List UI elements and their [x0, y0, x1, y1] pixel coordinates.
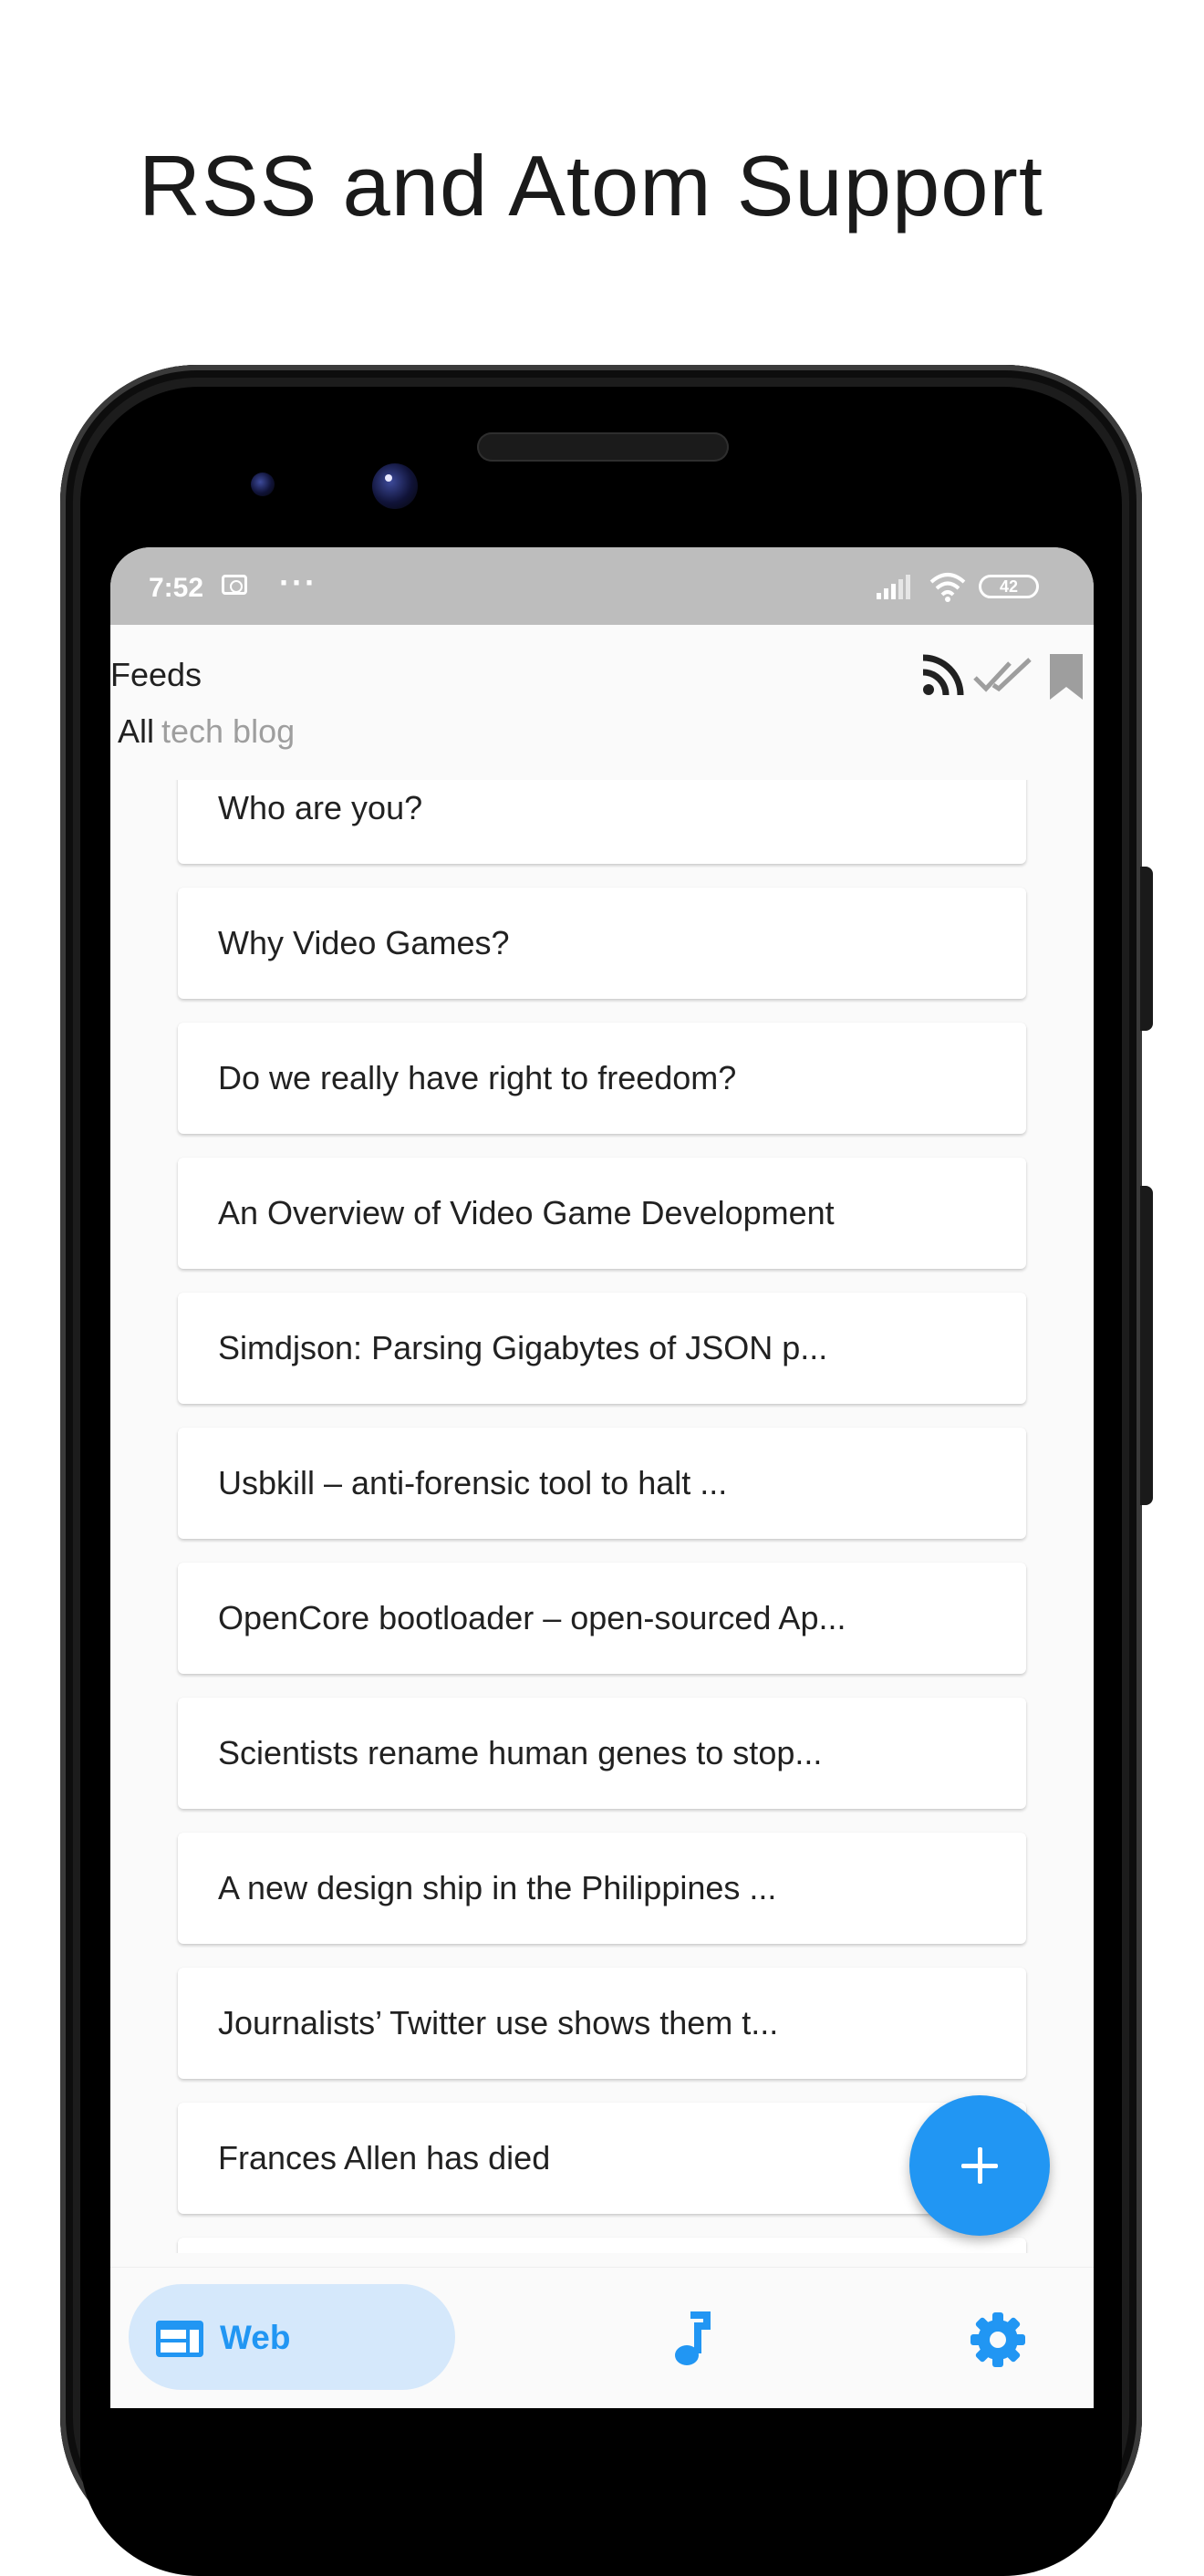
gear-icon[interactable]	[970, 2311, 1026, 2368]
feed-item-title: Usbkill – anti-forensic tool to halt ...	[218, 1464, 728, 1501]
feed-item[interactable]: Journalists’ Twitter use shows them t...	[178, 1968, 1026, 2079]
cast-icon	[222, 575, 247, 595]
feed-item-title: A new design ship in the Philippines ...	[218, 1869, 777, 1906]
feed-list: Who are you? Why Video Games? Do we real…	[110, 780, 1094, 2253]
feed-item[interactable]: OpenCore bootloader – open-sourced Ap...	[178, 1563, 1026, 1674]
phone-camera	[372, 463, 418, 509]
feed-item-title: An Overview of Video Game Development	[218, 1194, 835, 1231]
phone-power-button	[1140, 1186, 1153, 1505]
web-icon	[156, 2321, 203, 2357]
phone-sensor	[251, 473, 275, 496]
tab-tech-blog[interactable]: tech blog	[161, 712, 295, 751]
phone-speaker	[477, 432, 729, 462]
mark-all-read-icon[interactable]	[973, 652, 1033, 698]
music-note-icon[interactable]	[669, 2311, 714, 2368]
feed-item[interactable]: Who are you?	[178, 780, 1026, 864]
status-time: 7:52	[149, 573, 204, 603]
page-headline: RSS and Atom Support	[139, 138, 1043, 234]
signal-icon	[877, 575, 910, 599]
feed-item-title: Frances Allen has died	[218, 2139, 551, 2176]
app-bar: Feeds All tech blog	[110, 625, 1094, 780]
feed-item-title: OpenCore bootloader – open-sourced Ap...	[218, 1599, 846, 1636]
phone-volume-button	[1140, 867, 1153, 1031]
feed-item-title: Simdjson: Parsing Gigabytes of JSON p...	[218, 1329, 828, 1366]
bookmark-icon[interactable]	[1046, 652, 1086, 701]
nav-item-web-label: Web	[220, 2319, 291, 2356]
feed-item-title: Who are you?	[218, 789, 423, 826]
rss-icon[interactable]	[920, 652, 966, 698]
feed-item[interactable]: An Overview of Video Game Development	[178, 1158, 1026, 1269]
tab-all[interactable]: All	[118, 712, 154, 751]
feed-item-title: Why Video Games?	[218, 924, 510, 961]
feed-item[interactable]: Usbkill – anti-forensic tool to halt ...	[178, 1428, 1026, 1539]
feed-item-title: Do we really have right to freedom?	[218, 1059, 737, 1096]
nav-item-web[interactable]: Web	[129, 2284, 455, 2390]
battery-indicator: 42	[979, 575, 1039, 598]
feed-item[interactable]: Frances Allen has died	[178, 2103, 1026, 2214]
status-more-dots: ···	[279, 564, 317, 601]
feed-item[interactable]: A new design ship in the Philippines ...	[178, 1833, 1026, 1944]
feed-item[interactable]: Scientists rename human genes to stop...	[178, 1698, 1026, 1809]
add-feed-button[interactable]	[909, 2095, 1050, 2236]
wifi-icon	[929, 573, 966, 602]
feed-item[interactable]: Simdjson: Parsing Gigabytes of JSON p...	[178, 1293, 1026, 1404]
feed-item[interactable]	[178, 2238, 1026, 2253]
feed-item-title: Journalists’ Twitter use shows them t...	[218, 2004, 779, 2041]
feed-item[interactable]: Do we really have right to freedom?	[178, 1023, 1026, 1134]
bottom-navigation: Web	[110, 2267, 1094, 2408]
feed-item[interactable]: Why Video Games?	[178, 888, 1026, 999]
app-screen: 7:52 ··· 42 Feeds All tech blog Who are …	[110, 547, 1094, 2408]
feed-item-title: Scientists rename human genes to stop...	[218, 1734, 823, 1771]
app-title: Feeds	[110, 656, 202, 693]
status-bar: 7:52 ··· 42	[110, 547, 1094, 625]
